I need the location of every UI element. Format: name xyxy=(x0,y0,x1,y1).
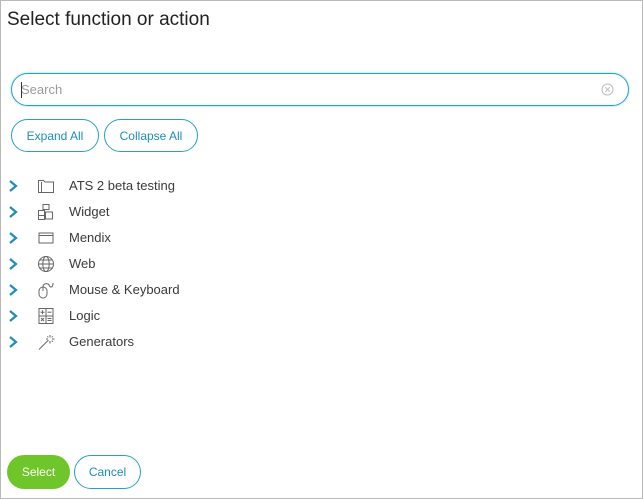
mouse-icon xyxy=(38,282,54,299)
tree-item-web[interactable]: Web xyxy=(1,251,601,277)
tree-item-mouse-keyboard[interactable]: Mouse & Keyboard xyxy=(1,277,601,303)
chevron-right-icon[interactable] xyxy=(7,283,19,297)
cancel-button[interactable]: Cancel xyxy=(74,455,141,489)
magic-wand-icon xyxy=(38,335,55,350)
folder-icon xyxy=(38,180,54,193)
tree-item-label: Mouse & Keyboard xyxy=(69,282,180,297)
tree-item-logic[interactable]: Logic xyxy=(1,303,601,329)
tree-item-label: ATS 2 beta testing xyxy=(69,178,175,193)
select-button[interactable]: Select xyxy=(7,455,70,489)
expand-all-button[interactable]: Expand All xyxy=(11,119,99,152)
tree-item-ats-2-beta-testing[interactable]: ATS 2 beta testing xyxy=(1,173,601,199)
text-cursor xyxy=(21,82,22,98)
tree-item-generators[interactable]: Generators xyxy=(1,329,601,355)
calculator-icon xyxy=(38,308,54,324)
tree-item-label: Mendix xyxy=(69,230,111,245)
clear-search-icon[interactable] xyxy=(601,83,614,96)
chevron-right-icon[interactable] xyxy=(7,257,19,271)
chevron-right-icon[interactable] xyxy=(7,231,19,245)
search-box[interactable] xyxy=(11,73,629,106)
tree-item-label: Web xyxy=(69,256,96,271)
chevron-right-icon[interactable] xyxy=(7,179,19,193)
select-function-dialog: Select function or action Expand All Col… xyxy=(0,0,643,499)
chevron-right-icon[interactable] xyxy=(7,205,19,219)
collapse-all-button[interactable]: Collapse All xyxy=(104,119,198,152)
globe-icon xyxy=(38,256,54,272)
tree-item-mendix[interactable]: Mendix xyxy=(1,225,601,251)
chevron-right-icon[interactable] xyxy=(7,309,19,323)
tree-item-widget[interactable]: Widget xyxy=(1,199,601,225)
widget-blocks-icon xyxy=(38,204,53,220)
dialog-title: Select function or action xyxy=(7,9,210,30)
tree-item-label: Logic xyxy=(69,308,101,323)
tree-item-label: Generators xyxy=(69,334,135,349)
function-tree: ATS 2 beta testing Widget Mendix Web Mou… xyxy=(1,173,601,355)
chevron-right-icon[interactable] xyxy=(7,335,19,349)
search-input[interactable] xyxy=(21,74,596,105)
window-icon xyxy=(38,232,54,244)
tree-item-label: Widget xyxy=(69,204,110,219)
